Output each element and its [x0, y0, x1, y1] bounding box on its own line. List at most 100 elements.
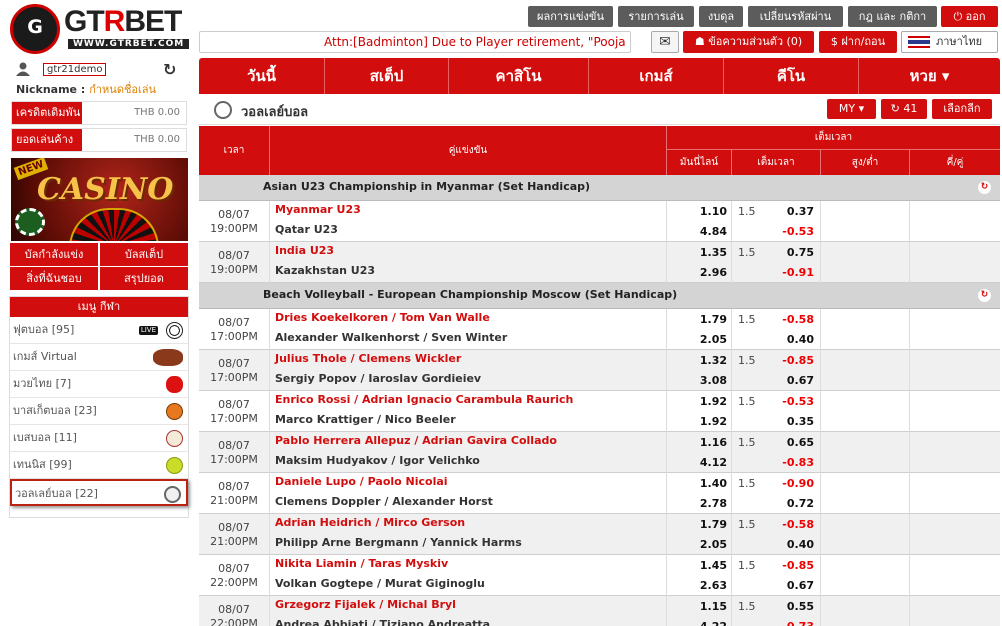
handicap-odd-und[interactable]: -0.53: [782, 225, 814, 238]
handicap-odd-fav[interactable]: 0.55: [787, 600, 814, 613]
moneyline-odd-fav[interactable]: 1.15: [700, 600, 727, 613]
handicap-odd-fav[interactable]: -0.85: [782, 354, 814, 367]
underdog-team: Sergiy Popov / Iaroslav Gordieiev: [275, 372, 482, 385]
moneyline-odd-fav[interactable]: 1.40: [700, 477, 727, 490]
change-password-button[interactable]: เปลี่ยนรหัสผ่าน: [748, 6, 843, 27]
favorite-team: Adrian Heidrich / Mirco Gerson: [275, 516, 466, 529]
parlay-bets-link[interactable]: บัลสเต็ป: [100, 243, 188, 266]
table-row: 08/07 19:00PM Myanmar U23 Qatar U23 1.10 4.84…: [199, 201, 1000, 242]
match-time: 08/07 17:00PM: [199, 309, 270, 350]
underdog-team: Volkan Gogtepe / Murat Giginoglu: [275, 577, 485, 590]
moneyline-odd-und[interactable]: 4.12: [700, 456, 727, 469]
handicap-odd-fav[interactable]: 0.75: [787, 246, 814, 259]
handicap-odd-fav[interactable]: 0.37: [787, 205, 814, 218]
refresh-icon[interactable]: ↻: [163, 60, 176, 79]
results-button[interactable]: ผลการแข่งขัน: [528, 6, 613, 27]
bet-list-button[interactable]: รายการเล่น: [618, 6, 694, 27]
section-bar: วอลเลย์บอล MY ▾ ↻ 41 เลือกลีก: [199, 95, 1000, 125]
mail-icon[interactable]: ✉: [651, 31, 679, 53]
nav-today[interactable]: วันนี้: [199, 58, 325, 94]
moneyline-odd-und[interactable]: 2.05: [700, 538, 727, 551]
oddeven-cell: [910, 242, 1000, 283]
handicap-odd-fav[interactable]: -0.90: [782, 477, 814, 490]
handicap-cell: 1.5 0.55 -0.73: [732, 596, 821, 626]
moneyline-odd-fav[interactable]: 1.32: [700, 354, 727, 367]
sport-item-basketball[interactable]: บาสเก็ตบอล [23]: [10, 398, 188, 425]
handicap-odd-fav[interactable]: -0.53: [782, 395, 814, 408]
handicap-odd-fav[interactable]: -0.58: [782, 313, 814, 326]
running-bets-link[interactable]: บัลกำลังแข่ง: [10, 243, 98, 266]
moneyline-odd-und[interactable]: 2.78: [700, 497, 727, 510]
moneyline-odd-fav[interactable]: 1.79: [700, 518, 727, 531]
nav-casino[interactable]: คาสิโน: [449, 58, 589, 94]
deposit-withdraw-button[interactable]: $ ฝาก/ถอน: [819, 31, 897, 53]
moneyline-odd-und[interactable]: 3.08: [700, 374, 727, 387]
nav-games[interactable]: เกมส์: [589, 58, 724, 94]
favorites-link[interactable]: สิ่งที่ฉันชอบ: [10, 267, 98, 290]
moneyline-odd-fav[interactable]: 1.16: [700, 436, 727, 449]
moneyline-odd-und[interactable]: 4.22: [700, 620, 727, 626]
handicap-odd-und[interactable]: -0.73: [782, 620, 814, 626]
sport-item-virtual[interactable]: เกมส์ Virtual: [10, 344, 188, 371]
moneyline-odd-fav[interactable]: 1.35: [700, 246, 727, 259]
select-league-button[interactable]: เลือกลีก: [932, 99, 992, 119]
moneyline-odd-fav[interactable]: 1.79: [700, 313, 727, 326]
handicap-odd-und[interactable]: 0.35: [787, 415, 814, 428]
table-row: 08/07 21:00PM Adrian Heidrich / Mirco Gers…: [199, 514, 1000, 555]
site-logo[interactable]: G GTRBET WWW.GTRBET.COM: [8, 3, 194, 55]
handicap-odd-und[interactable]: 0.40: [787, 333, 814, 346]
sport-menu-title: เมนู กีฬา: [10, 297, 188, 317]
moneyline-odd-und[interactable]: 4.84: [700, 225, 727, 238]
set-nickname-link[interactable]: กำหนดชื่อเล่น: [89, 83, 156, 96]
handicap-odd-und[interactable]: 0.40: [787, 538, 814, 551]
messages-button[interactable]: ☗ ข้อความส่วนตัว (0): [683, 31, 814, 53]
casino-banner[interactable]: NEW CASINO: [11, 158, 188, 241]
basketball-icon: [166, 403, 183, 420]
handicap-line: 1.5: [738, 246, 756, 259]
handicap-odd-und[interactable]: -0.83: [782, 456, 814, 469]
logout-button[interactable]: ⏻ ออก: [941, 6, 998, 27]
sport-item-baseball[interactable]: เบสบอล [11]: [10, 425, 188, 452]
language-select[interactable]: ภาษาไทย: [901, 31, 998, 53]
handicap-cell: 1.5 -0.58 0.40: [732, 309, 821, 350]
moneyline-odd-und[interactable]: 2.96: [700, 266, 727, 279]
handicap-odd-fav[interactable]: 0.65: [787, 436, 814, 449]
announcement-ticker[interactable]: Attn:[Badminton] Due to Player retiremen…: [199, 31, 631, 53]
poker-chip-icon: [15, 208, 45, 236]
nav-parlay[interactable]: สเต็ป: [325, 58, 449, 94]
moneyline-cell: 1.40 2.78: [667, 473, 732, 514]
sport-item-tennis[interactable]: เทนนิส [99]: [10, 452, 188, 479]
moneyline-odd-und[interactable]: 2.05: [700, 333, 727, 346]
user-icon: [16, 62, 30, 76]
nav-lottery[interactable]: หวย ▾: [859, 58, 1000, 94]
handicap-odd-fav[interactable]: -0.58: [782, 518, 814, 531]
sport-item-soccer[interactable]: ฟุตบอล [95] LIVE: [10, 317, 188, 344]
statement-button[interactable]: งบดุล: [699, 6, 743, 27]
handicap-odd-und[interactable]: 0.67: [787, 374, 814, 387]
sport-item-muaythai[interactable]: มวยไทย [7]: [10, 371, 188, 398]
sport-item-volleyball[interactable]: วอลเลย์บอล [22]: [10, 479, 188, 506]
moneyline-odd-und[interactable]: 1.92: [700, 415, 727, 428]
nav-keno[interactable]: คีโน: [724, 58, 859, 94]
handicap-odd-und[interactable]: -0.91: [782, 266, 814, 279]
refresh-icon[interactable]: ↻: [978, 289, 991, 302]
rules-button[interactable]: กฎ และ กติกา: [848, 6, 937, 27]
moneyline-odd-fav[interactable]: 1.45: [700, 559, 727, 572]
handicap-odd-fav[interactable]: -0.85: [782, 559, 814, 572]
summary-link[interactable]: สรุปยอด: [100, 267, 188, 290]
handicap-line: 1.5: [738, 559, 756, 572]
handicap-odd-und[interactable]: 0.72: [787, 497, 814, 510]
moneyline-odd-fav[interactable]: 1.10: [700, 205, 727, 218]
refresh-odds-button[interactable]: ↻ 41: [881, 99, 927, 119]
moneyline-odd-und[interactable]: 2.63: [700, 579, 727, 592]
nickname-row: Nickname : กำหนดชื่อเล่น: [16, 83, 157, 96]
handicap-line: 1.5: [738, 477, 756, 490]
handicap-cell: 1.5 0.65 -0.83: [732, 432, 821, 473]
refresh-icon[interactable]: ↻: [978, 181, 991, 194]
moneyline-odd-fav[interactable]: 1.92: [700, 395, 727, 408]
odds-type-select[interactable]: MY ▾: [827, 99, 876, 119]
underdog-team: Clemens Doppler / Alexander Horst: [275, 495, 493, 508]
handicap-odd-und[interactable]: 0.67: [787, 579, 814, 592]
oddeven-cell: [910, 514, 1000, 555]
header-moneyline: มันนี่ไลน์: [667, 150, 732, 175]
